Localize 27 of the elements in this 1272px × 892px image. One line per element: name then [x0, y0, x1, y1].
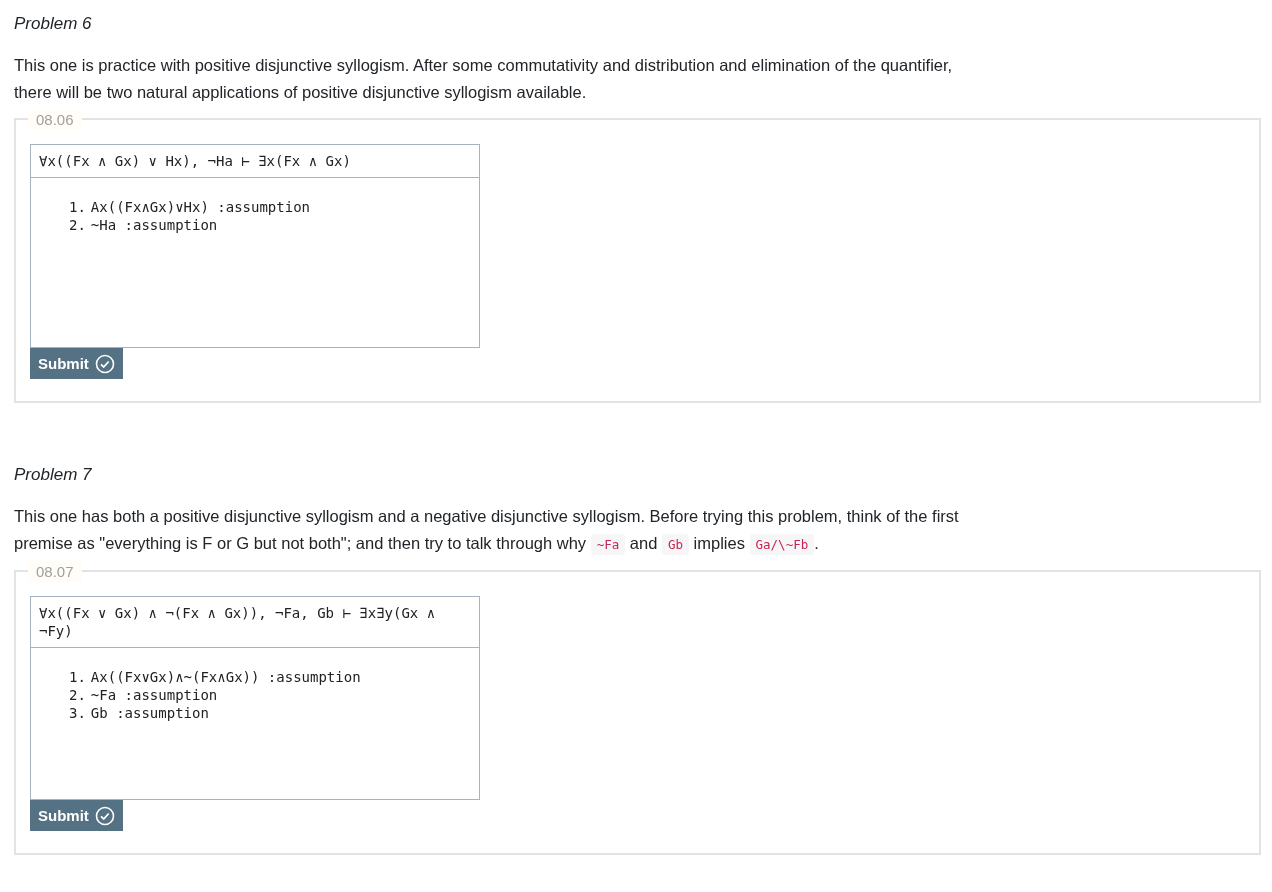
proof-line: ~Fa :assumption	[90, 686, 218, 704]
line-number: 1.	[69, 198, 86, 216]
proof-line: ~Ha :assumption	[90, 216, 218, 234]
problem-description: This one is practice with positive disjunctive syllogism. After some commutativity and distribution and elimination of the quantifier, there will be two natural applications of positive disjunctive syllogism available.	[14, 55, 954, 103]
sequent-text: ∀x((Fx ∨ Gx) ∧ ¬(Fx ∧ Gx)), ¬Fa, Gb ⊢ ∃x∃y(Gx ∧ ¬Fy)	[31, 597, 479, 648]
code-snippet: Gb	[661, 534, 689, 555]
proof-line: Gb :assumption	[90, 704, 209, 722]
proof-editor[interactable]: ∀x((Fx ∧ Gx) ∨ Hx), ¬Ha ⊢ ∃x(Fx ∧ Gx) 1. Ax((Fx∧Gx)∨Hx) :assumption 2. ~Ha :assumption	[30, 144, 480, 348]
line-number: 2.	[69, 216, 86, 234]
code-snippet: ~Fa	[590, 534, 626, 555]
line-number: 2.	[69, 686, 86, 704]
proof-editor[interactable]: ∀x((Fx ∨ Gx) ∧ ¬(Fx ∧ Gx)), ¬Fa, Gb ⊢ ∃x∃y(Gx ∧ ¬Fy) 1. Ax((Fx∨Gx)∧~(Fx∧Gx)) :assumption 2. ~Fa :assumption 3. Gb :assumption	[30, 596, 480, 800]
exercise-number: 08.07	[28, 562, 82, 582]
code-snippet: Ga/\~Fb	[749, 534, 815, 555]
problem-title: Problem 7	[14, 464, 93, 486]
line-number: 1.	[69, 668, 86, 686]
sequent-text: ∀x((Fx ∧ Gx) ∨ Hx), ¬Ha ⊢ ∃x(Fx ∧ Gx)	[31, 145, 479, 178]
check-circle-icon	[94, 353, 115, 374]
problem-description: This one has both a positive disjunctive syllogism and a negative disjunctive syllogism. Before trying this problem, think of the first premise as "everything is F or G but not both"; and then try to talk through why ~Fa and Gb implies Ga/\~Fb .	[14, 503, 969, 558]
proof-line: Ax((Fx∧Gx)∨Hx) :assumption	[90, 198, 310, 216]
line-number: 3.	[69, 704, 86, 722]
check-circle-icon	[94, 805, 115, 826]
submit-button[interactable]: Submit	[30, 348, 123, 379]
proof-line: Ax((Fx∨Gx)∧~(Fx∧Gx)) :assumption	[90, 668, 361, 686]
submit-button[interactable]: Submit	[30, 800, 123, 831]
problem-title: Problem 6	[14, 13, 93, 35]
exercise-number: 08.06	[28, 110, 82, 130]
